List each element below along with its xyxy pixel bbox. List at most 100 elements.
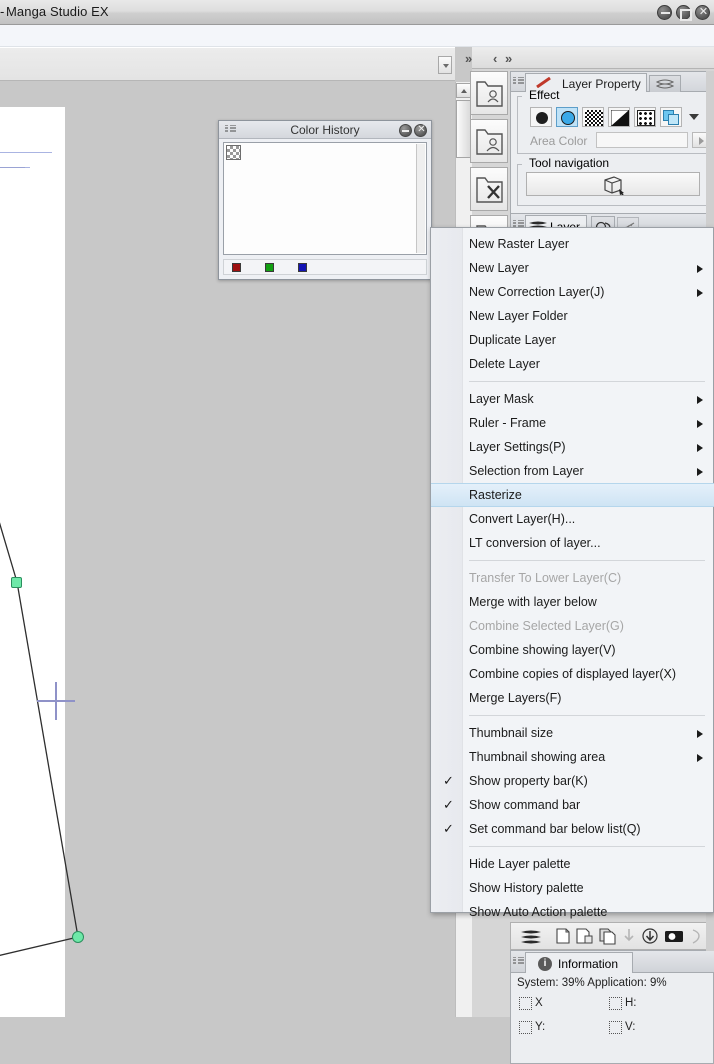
menu-item[interactable]: Combine copies of displayed layer(X) — [431, 662, 714, 686]
expand-right-icon[interactable]: » — [465, 51, 472, 66]
menu-item-label: Show History palette — [469, 881, 584, 895]
palette-tab-strip: » ‹ » — [465, 47, 714, 69]
palette-menu-icon[interactable] — [513, 77, 524, 86]
vector-control-point-circle[interactable] — [72, 931, 84, 943]
menu-item[interactable]: Merge Layers(F) — [431, 686, 714, 710]
menu-item-label: Set command bar below list(Q) — [469, 822, 641, 836]
menu-item[interactable]: Duplicate Layer — [431, 328, 714, 352]
tab-information[interactable]: i Information — [525, 952, 633, 973]
layer-property-tab-label: Layer Property — [562, 77, 641, 91]
layers-stack-icon — [521, 930, 541, 944]
menu-item[interactable]: Convert Layer(H)... — [431, 507, 714, 531]
layer-folder-person-2-icon[interactable] — [470, 119, 508, 163]
effect-options-row[interactable] — [530, 106, 700, 128]
menu-item-label: Hide Layer palette — [469, 857, 571, 871]
layer-context-menu[interactable]: New Raster Layer New Layer New Correction … — [430, 227, 714, 919]
maximize-button[interactable] — [676, 5, 692, 21]
new-raster-layer-icon[interactable] — [555, 927, 571, 945]
menu-item-label: Delete Layer — [469, 357, 540, 371]
information-tab-label: Information — [558, 957, 619, 971]
close-button[interactable] — [695, 5, 711, 20]
property-bar-dropdown[interactable] — [438, 56, 452, 74]
new-layer-folder-icon[interactable] — [576, 927, 594, 945]
blue-swatch[interactable] — [298, 263, 307, 272]
transfer-down-icon[interactable] — [622, 927, 636, 945]
information-palette[interactable]: i Information System: 39% Application: 9… — [510, 950, 714, 1064]
menu-item[interactable]: Layer Mask — [431, 387, 714, 411]
command-bar — [0, 25, 714, 47]
apply-mask-icon[interactable] — [689, 927, 703, 945]
page-guide-horizontal-1 — [0, 152, 52, 153]
effect-gradient-icon[interactable] — [608, 107, 630, 127]
menu-item[interactable]: Selection from Layer — [431, 459, 714, 483]
transparent-color-cell[interactable] — [226, 145, 241, 160]
palette-menu-icon[interactable] — [513, 957, 524, 966]
minimize-button[interactable] — [657, 5, 672, 20]
menu-item[interactable]: New Layer — [431, 256, 714, 280]
menu-item[interactable]: LT conversion of layer... — [431, 531, 714, 555]
expand-right-icon[interactable]: » — [505, 51, 512, 66]
color-history-minimize-button[interactable] — [399, 124, 412, 137]
layer-command-bar[interactable] — [510, 922, 714, 950]
menu-item-label: Combine Selected Layer(G) — [469, 619, 624, 633]
window-title-bar: - Manga Studio EX — [0, 0, 714, 25]
layer-folder-delete-icon[interactable] — [470, 167, 508, 211]
menu-item[interactable]: ✓ Set command bar below list(Q) — [431, 817, 714, 841]
color-history-close-button[interactable] — [414, 123, 428, 137]
layer-mask-icon[interactable] — [664, 927, 684, 945]
menu-item[interactable]: Ruler - Frame — [431, 411, 714, 435]
color-history-footer — [223, 259, 427, 275]
submenu-arrow-icon — [697, 265, 703, 273]
layers-stack-icon[interactable] — [649, 75, 681, 92]
menu-item[interactable]: New Layer Folder — [431, 304, 714, 328]
menu-item[interactable]: New Raster Layer — [431, 232, 714, 256]
menu-item-label: Convert Layer(H)... — [469, 512, 576, 526]
menu-item-label: Combine showing layer(V) — [469, 643, 616, 657]
layer-folder-person-icon[interactable] — [470, 71, 508, 115]
menu-item[interactable]: Show Auto Action palette — [431, 900, 714, 924]
vector-control-point-square[interactable] — [11, 577, 22, 588]
cube-navigation-icon[interactable] — [526, 172, 700, 196]
crosshair-cursor — [37, 682, 75, 720]
menu-item[interactable]: Combine showing layer(V) — [431, 638, 714, 662]
menu-item[interactable]: Show History palette — [431, 876, 714, 900]
duplicate-layer-icon[interactable] — [599, 927, 617, 945]
menu-separator — [469, 381, 705, 382]
submenu-arrow-icon — [697, 420, 703, 428]
menu-item[interactable]: Hide Layer palette — [431, 852, 714, 876]
info-icon: i — [538, 957, 552, 971]
menu-item[interactable]: Delete Layer — [431, 352, 714, 376]
menu-item[interactable]: Thumbnail size — [431, 721, 714, 745]
color-history-scrollbar[interactable] — [416, 144, 425, 253]
menu-item[interactable]: Merge with layer below — [431, 590, 714, 614]
color-history-titlebar[interactable]: Color History — [219, 121, 431, 139]
menu-item[interactable]: Rasterize — [431, 483, 714, 507]
canvas-scrollbar-thumb[interactable] — [456, 100, 471, 158]
effect-halftone-icon[interactable] — [582, 107, 604, 127]
menu-item[interactable]: Thumbnail showing area — [431, 745, 714, 769]
chevron-down-icon[interactable] — [689, 114, 699, 120]
menu-item[interactable]: Layer Settings(P) — [431, 435, 714, 459]
area-color-field[interactable] — [596, 132, 688, 148]
vertical-arrow-icon — [609, 1021, 622, 1034]
menu-item-label: New Layer — [469, 261, 529, 275]
color-history-swatch-grid[interactable] — [223, 142, 427, 255]
color-history-palette[interactable]: Color History — [218, 120, 432, 280]
menu-item[interactable]: ✓ Show command bar — [431, 793, 714, 817]
menu-item[interactable]: ✓ Show property bar(K) — [431, 769, 714, 793]
scroll-up-arrow-icon[interactable] — [456, 83, 471, 98]
green-swatch[interactable] — [265, 263, 274, 272]
information-stats: System: 39% Application: 9% — [517, 977, 667, 989]
menu-item-label: Thumbnail showing area — [469, 750, 606, 764]
effect-tone-circle-icon[interactable] — [556, 107, 578, 127]
effect-color-layer-icon[interactable] — [660, 107, 682, 127]
collapse-left-icon[interactable]: ‹ — [493, 51, 497, 66]
merge-down-icon[interactable] — [641, 927, 659, 945]
effect-fill-icon[interactable] — [530, 107, 552, 127]
menu-item: Combine Selected Layer(G) — [431, 614, 714, 638]
menu-item[interactable]: New Correction Layer(J) — [431, 280, 714, 304]
submenu-arrow-icon — [697, 289, 703, 297]
effect-texture-icon[interactable] — [634, 107, 656, 127]
canvas-page — [0, 107, 65, 1017]
red-swatch[interactable] — [232, 263, 241, 272]
